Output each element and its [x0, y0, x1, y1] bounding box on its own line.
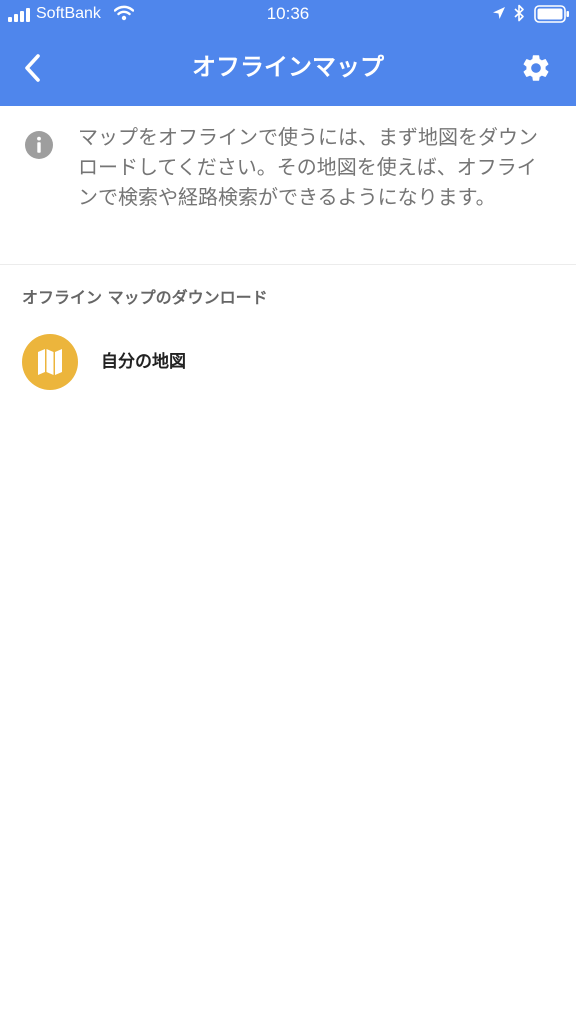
- info-icon: [25, 131, 53, 159]
- map-avatar: [22, 334, 78, 390]
- status-bar: SoftBank 10:36: [0, 0, 576, 30]
- page-title: オフラインマップ: [192, 53, 384, 81]
- list-item-my-maps[interactable]: 自分の地図: [0, 324, 576, 400]
- back-button[interactable]: [14, 48, 50, 88]
- settings-button[interactable]: [518, 50, 554, 86]
- bluetooth-icon: [514, 4, 524, 22]
- info-message: マップをオフラインで使うには、まず地図をダウンロードしてください。その地図を使え…: [78, 125, 538, 209]
- section-header: オフライン マップのダウンロード: [22, 288, 268, 307]
- list-item-label: 自分の地図: [101, 352, 186, 372]
- navigation-bar: オフラインマップ: [0, 30, 576, 106]
- location-arrow-icon: [493, 7, 505, 19]
- gear-icon: [523, 55, 549, 81]
- app-header: SoftBank 10:36 オフラインマップ: [0, 0, 576, 106]
- status-time: 10:36: [266, 4, 310, 23]
- info-card: マップをオフラインで使うには、まず地図をダウンロードしてください。その地図を使え…: [0, 106, 576, 265]
- folded-map-icon: [38, 349, 62, 375]
- chevron-left-icon: [25, 54, 40, 82]
- battery-icon: [534, 5, 569, 23]
